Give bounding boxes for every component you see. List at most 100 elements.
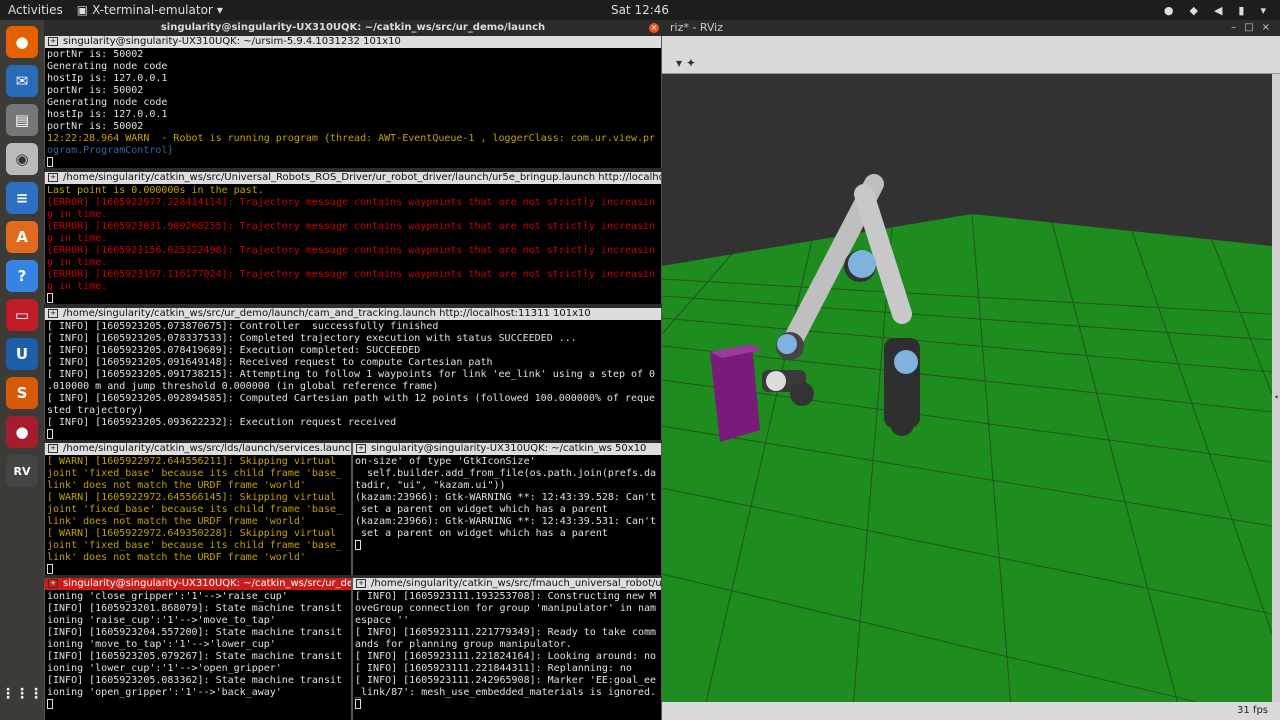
help-icon[interactable]: ? bbox=[6, 260, 38, 292]
terminal-state-machine[interactable]: + singularity@singularity-UX310UQK: ~/cat… bbox=[44, 578, 352, 720]
tool-icon[interactable]: ▾ ✦ bbox=[676, 56, 696, 70]
terminal-output[interactable]: Last point is 0.000000s in the past. [ERR… bbox=[45, 184, 661, 304]
terminal-services[interactable]: + /home/singularity/catkin_ws/src/lds/lau… bbox=[44, 443, 352, 575]
rviz-toolbar[interactable]: ▾ ✦ bbox=[662, 36, 1280, 74]
terminal-line: joint 'fixed_base' because its child fra… bbox=[47, 540, 343, 551]
terminal-line: (kazam:23966): Gtk-WARNING **: 12:43:39.… bbox=[355, 492, 657, 503]
ground-plane bbox=[662, 214, 1272, 720]
terminal-line: Last point is 0.000000s in the past. bbox=[47, 185, 264, 196]
terminal-title: + singularity@singularity-UX310UQK: ~/cat… bbox=[45, 578, 351, 590]
terminal-line: [ INFO] [1605923111.242965908]: Marker '… bbox=[355, 675, 657, 686]
terminal-line: tadir, "ui", "kazam.ui")) bbox=[355, 480, 506, 491]
terminal-cam-tracking[interactable]: + /home/singularity/catkin_ws/src/ur_demo… bbox=[44, 308, 662, 440]
app-name: X-terminal-emulator bbox=[92, 3, 213, 17]
terminal-line: ioning 'raise_cup':'1'-->'move_to_tap' bbox=[47, 615, 276, 626]
terminal-line: ioning 'close_gripper':'1'-->'raise_cup' bbox=[47, 591, 288, 602]
software-center-icon[interactable]: A bbox=[6, 221, 38, 253]
terminal-line: _link/87': mesh_use_embedded_materials i… bbox=[355, 687, 657, 698]
clock[interactable]: Sat 12:46 bbox=[611, 3, 669, 17]
terminal-line: ogram.ProgramControl} bbox=[47, 145, 174, 156]
terminal-line: [ INFO] [1605923205.091649148]: Received… bbox=[47, 357, 493, 368]
terminal-line: [ERROR] [1605922977.228414114]: Trajecto… bbox=[47, 197, 656, 208]
terminal-title-text: singularity@singularity-UX310UQK: ~/catk… bbox=[63, 578, 351, 589]
terminal-icon: ▣ bbox=[76, 3, 89, 17]
terminal-kazam[interactable]: + singularity@singularity-UX310UQK: ~/cat… bbox=[352, 443, 662, 575]
rviz-window[interactable]: riz* - RViz – □ × ▾ ✦ ◂ 31 fps bbox=[662, 20, 1280, 720]
network-icon: ◆ bbox=[1189, 3, 1198, 17]
terminal-menu-icon[interactable]: + bbox=[48, 37, 58, 46]
terminal-line: set a parent on widget which has a paren… bbox=[355, 528, 608, 539]
sublime-text-icon[interactable]: S bbox=[6, 377, 38, 409]
terminal-line: link' does not match the URDF frame 'wor… bbox=[47, 516, 306, 527]
terminal-line: g in time. bbox=[47, 281, 108, 292]
terminal-line: joint 'fixed_base' because its child fra… bbox=[47, 468, 343, 479]
terminal-output[interactable]: ioning 'close_gripper':'1'-->'raise_cup'… bbox=[45, 590, 351, 711]
close-icon[interactable]: × bbox=[649, 23, 659, 33]
main-window-title: singularity@singularity-UX310UQK: ~/catk… bbox=[44, 20, 662, 36]
terminal-menu-icon[interactable]: + bbox=[48, 579, 58, 588]
terminal-moveit[interactable]: + /home/singularity/catkin_ws/src/fmauch_… bbox=[352, 578, 662, 720]
terminal-line: [ INFO] [1605923205.092894585]: Computed… bbox=[47, 393, 656, 404]
maximize-icon[interactable]: □ bbox=[1244, 20, 1253, 36]
terminal-line: (kazam:23966): Gtk-WARNING **: 12:43:39.… bbox=[355, 516, 657, 527]
dock: ● ✉ ▤ ◉ ≡ A ? ▭ U S ● RV ⋮⋮⋮ bbox=[0, 20, 44, 720]
terminal-cursor bbox=[47, 157, 53, 167]
terminal-menu-icon[interactable]: + bbox=[356, 444, 366, 453]
terminal-line: [ INFO] [1605923205.093622232]: Executio… bbox=[47, 417, 397, 428]
terminal-title-text: singularity@singularity-UX310UQK: ~/catk… bbox=[371, 443, 647, 454]
terminal-line: [INFO] [1605923201.868079]: State machin… bbox=[47, 603, 343, 614]
terminal-output[interactable]: [ WARN] [1605922972.644556211]: Skipping… bbox=[45, 455, 351, 575]
terminal-output[interactable]: [ INFO] [1605923205.073870675]: Controll… bbox=[45, 320, 661, 440]
minimize-icon[interactable]: – bbox=[1231, 20, 1236, 36]
terminal-title: + /home/singularity/catkin_ws/src/fmauch_… bbox=[353, 578, 661, 590]
close-icon[interactable]: × bbox=[1262, 20, 1270, 36]
terminal-title: + singularity@singularity-UX310UQK: ~/cat… bbox=[353, 443, 661, 455]
terminal-icon[interactable]: ▭ bbox=[6, 299, 38, 331]
terminal-menu-icon[interactable]: + bbox=[48, 173, 58, 182]
app-menu[interactable]: ▣ X-terminal-emulator ▾ bbox=[77, 3, 223, 17]
terminal-line: hostIp is: 127.0.0.1 bbox=[47, 109, 168, 120]
terminal-line: ioning 'move_to_tap':'1'-->'lower_cup' bbox=[47, 639, 276, 650]
terminal-line: [ INFO] [1605923205.078419689]: Executio… bbox=[47, 345, 421, 356]
rviz-title: riz* - RViz bbox=[670, 21, 723, 34]
power-menu-icon: ▾ bbox=[1260, 3, 1266, 17]
terminal-line: 12:22:28.964 WARN - Robot is running pro… bbox=[47, 133, 656, 144]
terminal-menu-icon[interactable]: + bbox=[48, 309, 58, 318]
rviz-icon[interactable]: RV bbox=[6, 455, 38, 487]
terminal-line: portNr is: 50002 bbox=[47, 85, 144, 96]
terminal-line: oveGroup connection for group 'manipulat… bbox=[355, 603, 657, 614]
battery-icon: ▮ bbox=[1238, 3, 1245, 17]
terminal-line: ands for planning group manipulator. bbox=[355, 639, 572, 650]
terminal-line: g in time. bbox=[47, 209, 108, 220]
terminal-line: g in time. bbox=[47, 257, 108, 268]
firefox-icon[interactable]: ● bbox=[6, 26, 38, 58]
terminal-line: [INFO] [1605923205.079267]: State machin… bbox=[47, 651, 343, 662]
terminal-line: espace '' bbox=[355, 615, 410, 626]
terminal-line: [INFO] [1605923204.557200]: State machin… bbox=[47, 627, 343, 638]
terminal-bringup[interactable]: + /home/singularity/catkin_ws/src/Univers… bbox=[44, 172, 662, 304]
activities-button[interactable]: Activities bbox=[8, 3, 63, 17]
show-applications-icon[interactable]: ⋮⋮⋮ bbox=[1, 678, 43, 710]
ur-sim-icon[interactable]: U bbox=[6, 338, 38, 370]
files-icon[interactable]: ▤ bbox=[6, 104, 38, 136]
terminal-ursim[interactable]: + singularity@singularity-UX310UQK: ~/urs… bbox=[44, 36, 662, 168]
kazam-icon[interactable]: ● bbox=[6, 416, 38, 448]
terminal-menu-icon[interactable]: + bbox=[48, 444, 58, 453]
terminal-title-text: /home/singularity/catkin_ws/src/Universa… bbox=[63, 172, 661, 183]
terminal-cursor bbox=[355, 540, 361, 550]
terminal-title-text: /home/singularity/catkin_ws/src/ur_demo/… bbox=[63, 308, 591, 319]
terminal-menu-icon[interactable]: + bbox=[356, 579, 366, 588]
terminal-line: [ INFO] [1605923205.091738215]: Attempti… bbox=[47, 369, 656, 380]
terminal-output[interactable]: [ INFO] [1605923111.193253708]: Construc… bbox=[353, 590, 661, 711]
terminal-output[interactable]: on-size' of type 'GtkIconSize' self.buil… bbox=[353, 455, 661, 552]
system-tray[interactable]: ● ◆ ◀ ▮ ▾ bbox=[1164, 4, 1266, 17]
terminal-line: portNr is: 50002 bbox=[47, 49, 144, 60]
rhythmbox-icon[interactable]: ◉ bbox=[6, 143, 38, 175]
panel-toggle[interactable]: ◂ bbox=[1272, 74, 1280, 720]
writer-icon[interactable]: ≡ bbox=[6, 182, 38, 214]
volume-icon: ◀ bbox=[1213, 3, 1223, 17]
3d-viewport[interactable] bbox=[662, 74, 1272, 720]
thunderbird-icon[interactable]: ✉ bbox=[6, 65, 38, 97]
terminal-line: [ERROR] [1605923031.909260255]: Trajecto… bbox=[47, 221, 656, 232]
terminal-output[interactable]: portNr is: 50002 Generating node code host… bbox=[45, 48, 661, 168]
